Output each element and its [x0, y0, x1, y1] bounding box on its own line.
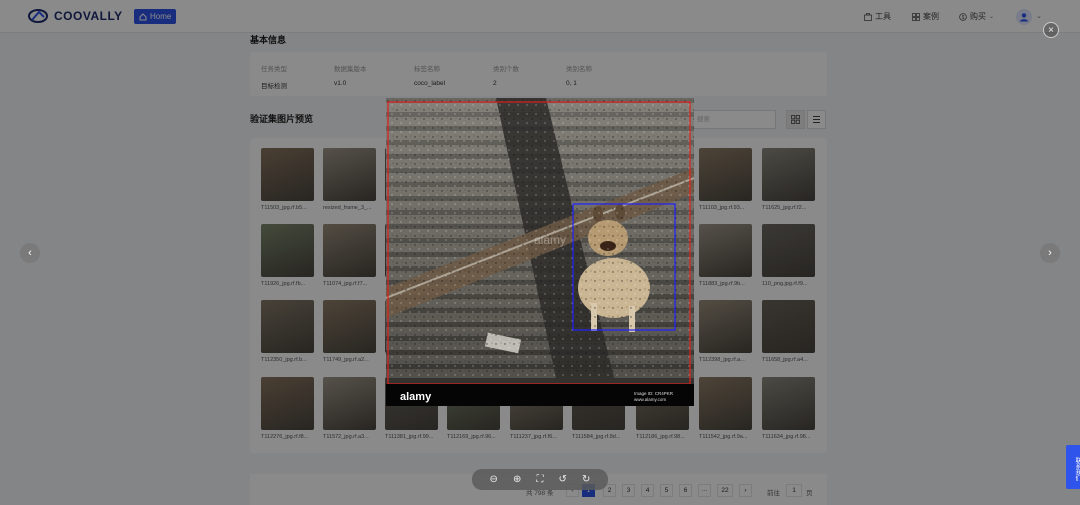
rotate-left-icon[interactable]: ↺: [559, 474, 567, 485]
rotate-right-icon[interactable]: ↻: [582, 474, 590, 485]
fullscreen-icon[interactable]: ⛶: [536, 474, 543, 485]
chevron-right-icon: ›: [1048, 247, 1052, 259]
close-preview-button[interactable]: ×: [1043, 22, 1059, 38]
preview-footer-url: www.alamy.com: [634, 397, 666, 402]
preview-footer-brand: alamy: [400, 391, 432, 403]
image-preview[interactable]: alamy Image ID: CR4PKR www.alamy.com ala…: [386, 98, 694, 406]
zoom-out-icon[interactable]: ⊖: [490, 474, 498, 485]
contact-us-tab[interactable]: 联系我们: [1066, 445, 1080, 489]
previous-image-button[interactable]: ‹: [20, 243, 40, 263]
preview-watermark: alamy: [534, 233, 566, 247]
preview-footer-id: Image ID: CR4PKR: [634, 391, 674, 396]
close-icon: ×: [1048, 24, 1054, 36]
chevron-left-icon: ‹: [28, 247, 32, 259]
zoom-in-icon[interactable]: ⊕: [513, 474, 521, 485]
preview-toolbar: ⊖ ⊕ ⛶ ↺ ↻: [472, 469, 608, 490]
preview-photo: alamy Image ID: CR4PKR www.alamy.com ala…: [386, 98, 694, 406]
next-image-button[interactable]: ›: [1040, 243, 1060, 263]
